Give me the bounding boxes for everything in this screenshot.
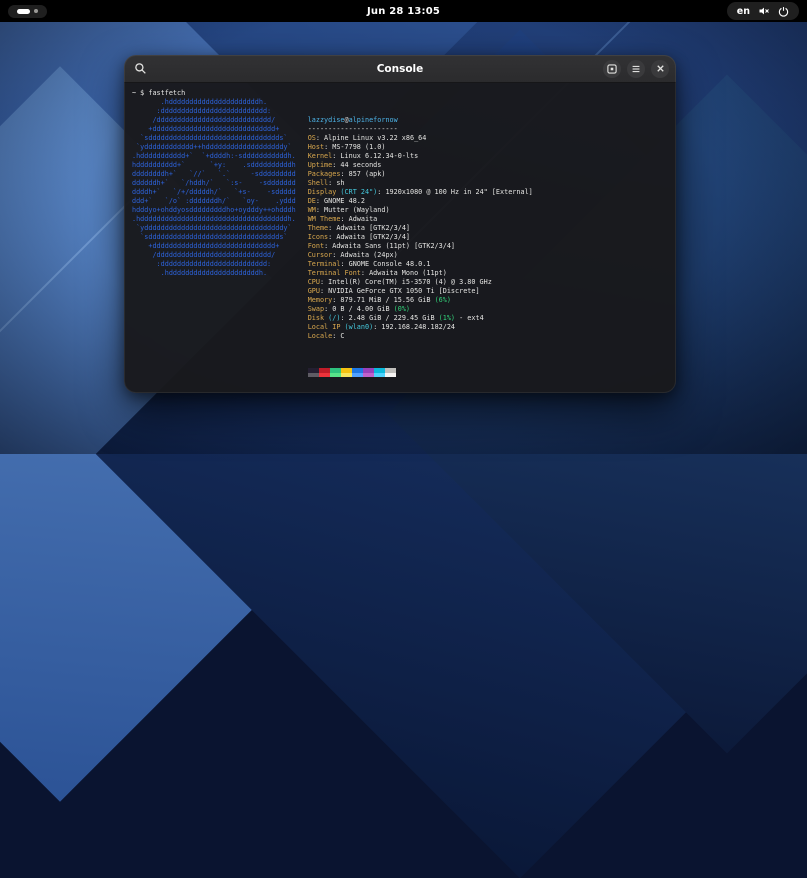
speaker-muted-icon <box>758 5 770 17</box>
fastfetch-info-column: lazzydise@alpinefornow------------------… <box>308 98 533 393</box>
console-window: Console <box>124 55 676 393</box>
system-status-area[interactable]: en <box>727 2 799 20</box>
clock[interactable]: Jun 28 13:05 <box>357 3 450 20</box>
top-bar: Jun 28 13:05 en <box>0 0 807 22</box>
menu-button[interactable] <box>627 60 645 78</box>
close-button[interactable] <box>651 60 669 78</box>
tab-overview-button[interactable] <box>603 60 621 78</box>
color-palette <box>308 368 533 377</box>
power-icon <box>778 6 789 17</box>
keyboard-layout-indicator: en <box>737 6 750 17</box>
window-title: Console <box>377 63 424 75</box>
ascii-logo: .hddddddddddddddddddddddh. :dddddddddddd… <box>132 98 296 393</box>
shell-prompt-command: ~ $ fastfetch <box>132 89 668 98</box>
system-info: lazzydise@alpinefornow------------------… <box>308 116 533 350</box>
search-button[interactable] <box>131 60 149 78</box>
workspace-pill-active <box>17 9 30 14</box>
workspace-indicator[interactable] <box>8 5 47 18</box>
window-header-bar[interactable]: Console <box>124 55 676 83</box>
fastfetch-output: .hddddddddddddddddddddddh. :dddddddddddd… <box>132 98 668 393</box>
workspace-dot <box>34 9 38 13</box>
terminal-output-area[interactable]: ~ $ fastfetch .hddddddddddddddddddddddh.… <box>124 83 676 393</box>
